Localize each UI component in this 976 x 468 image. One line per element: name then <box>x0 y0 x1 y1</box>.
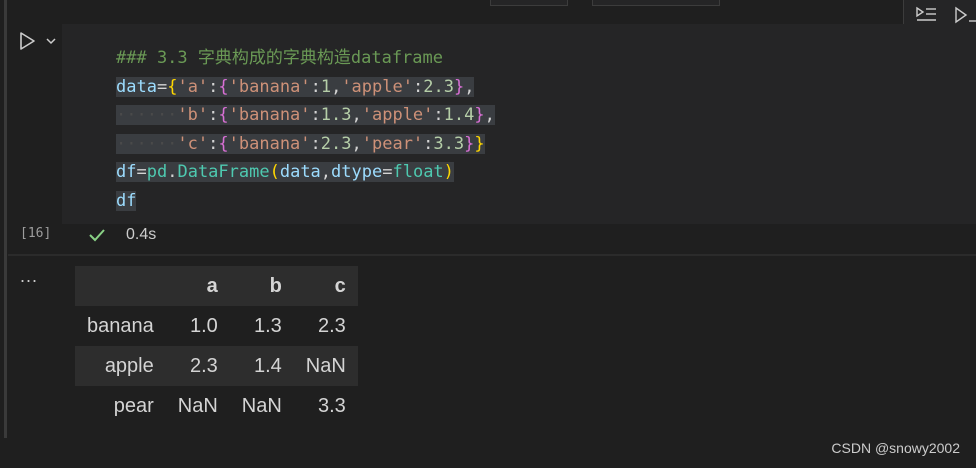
table-cell: 3.3 <box>317 394 346 417</box>
column-header: b <box>229 266 294 306</box>
table-row: apple 2.3 1.4 NaN <box>75 346 358 386</box>
run-cell-icon[interactable] <box>16 30 38 52</box>
top-tab-2[interactable] <box>592 0 720 6</box>
code-content[interactable]: ### 3.3 字典构成的字典构造dataframe data={'a':{'ba… <box>116 44 495 216</box>
watermark: CSDN @snowy2002 <box>831 440 960 456</box>
table-header-row: a b c <box>75 266 358 306</box>
table-cell: 1.4 <box>253 354 282 377</box>
column-header: c <box>293 266 358 306</box>
row-index: pear <box>113 394 154 417</box>
code-line[interactable]: df=pd.DataFrame(data,dtype=float) <box>116 158 495 187</box>
dataframe-output: a b c banana 1.0 1.3 2.3 apple 2.3 1.4 N… <box>75 266 358 426</box>
column-header: a <box>165 266 230 306</box>
table-cell: NaN <box>305 354 346 377</box>
top-tab-1[interactable] <box>490 0 568 6</box>
table-cell: 2.3 <box>189 354 218 377</box>
execution-count: [16] <box>20 226 52 241</box>
execute-above-icon[interactable] <box>914 4 938 26</box>
row-index: banana <box>87 314 154 337</box>
table-cell: 2.3 <box>317 314 346 337</box>
table-row: banana 1.0 1.3 2.3 <box>75 306 358 346</box>
table-cell: 1.0 <box>189 314 218 337</box>
cell-focus-indicator <box>4 0 7 438</box>
code-line[interactable]: df <box>116 187 495 216</box>
index-header <box>75 266 166 306</box>
code-editor[interactable]: ### 3.3 字典构成的字典构造dataframe data={'a':{'ba… <box>62 24 976 224</box>
chevron-down-icon[interactable] <box>44 34 58 48</box>
table-row: pear NaN NaN 3.3 <box>75 386 358 426</box>
table-cell: NaN <box>177 394 218 417</box>
table-cell: 1.3 <box>253 314 282 337</box>
execute-below-icon[interactable] <box>952 4 976 26</box>
code-line[interactable]: data={'a':{'banana':1,'apple':2.3}, <box>116 73 495 102</box>
execution-duration: 0.4s <box>126 226 157 243</box>
output-divider <box>8 254 976 256</box>
code-line[interactable]: ······'c':{'banana':2.3,'pear':3.3}} <box>116 130 495 159</box>
code-line[interactable]: ······'b':{'banana':1.3,'apple':1.4}, <box>116 101 495 130</box>
table-cell: NaN <box>241 394 282 417</box>
code-line[interactable]: ### 3.3 字典构成的字典构造dataframe <box>116 44 495 73</box>
row-index: apple <box>104 354 154 377</box>
check-icon <box>89 229 105 242</box>
output-more-actions-button[interactable]: ... <box>20 266 38 287</box>
